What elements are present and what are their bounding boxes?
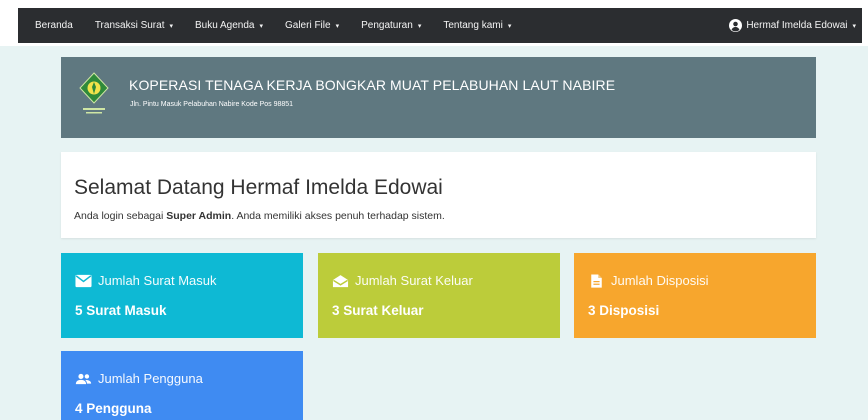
card-value: 4 Pengguna: [75, 401, 152, 416]
user-menu[interactable]: Hermaf Imelda Edowai ▾: [729, 8, 856, 43]
user-name: Hermaf Imelda Edowai: [746, 20, 848, 31]
navbar-bar: Beranda Transaksi Surat ▾ Buku Agenda ▾ …: [18, 8, 862, 43]
user-circle-icon: [729, 19, 743, 32]
user-role: Super Admin: [166, 210, 232, 222]
caret-down-icon: ▾: [335, 22, 340, 30]
nav-item-tentang-kami[interactable]: Tentang kami ▾: [443, 20, 511, 31]
organization-title: KOPERASI TENAGA KERJA BONGKAR MUAT PELAB…: [129, 77, 616, 93]
envelope-icon: [75, 274, 92, 287]
caret-down-icon: ▾: [507, 22, 512, 30]
organization-address: Jln. Pintu Masuk Pelabuhan Nabire Kode P…: [130, 101, 294, 108]
card-pengguna[interactable]: Jumlah Pengguna 4 Pengguna: [61, 351, 303, 420]
welcome-panel: Selamat Datang Hermaf Imelda Edowai Anda…: [61, 152, 816, 238]
nav-item-beranda[interactable]: Beranda: [35, 20, 73, 31]
card-value: 3 Disposisi: [588, 303, 660, 318]
welcome-title: Selamat Datang Hermaf Imelda Edowai: [74, 176, 443, 199]
card-title-label: Jumlah Pengguna: [98, 371, 203, 386]
card-value: 3 Surat Keluar: [332, 303, 424, 318]
card-title: Jumlah Surat Masuk: [75, 273, 217, 288]
top-navbar: Beranda Transaksi Surat ▾ Buku Agenda ▾ …: [0, 0, 868, 46]
nav-item-buku-agenda[interactable]: Buku Agenda ▾: [195, 20, 263, 31]
card-title-label: Jumlah Disposisi: [611, 273, 709, 288]
nav-item-label: Tentang kami: [443, 20, 503, 31]
welcome-text-after: . Anda memiliki akses penuh terhadap sis…: [231, 210, 445, 222]
welcome-message: Anda login sebagai Super Admin. Anda mem…: [74, 210, 445, 222]
nav-item-label: Beranda: [35, 20, 73, 31]
card-title: Jumlah Pengguna: [75, 371, 203, 386]
koperasi-logo: [77, 71, 111, 121]
document-icon: [591, 273, 602, 288]
card-title: Jumlah Surat Keluar: [332, 273, 473, 288]
card-title: Jumlah Disposisi: [588, 273, 709, 288]
card-disposisi[interactable]: Jumlah Disposisi 3 Disposisi: [574, 253, 816, 338]
card-surat-keluar[interactable]: Jumlah Surat Keluar 3 Surat Keluar: [318, 253, 560, 338]
nav-item-pengaturan[interactable]: Pengaturan ▾: [361, 20, 421, 31]
users-icon: [75, 373, 92, 384]
envelope-open-icon: [332, 274, 349, 287]
card-surat-masuk[interactable]: Jumlah Surat Masuk 5 Surat Masuk: [61, 253, 303, 338]
nav-item-label: Transaksi Surat: [94, 20, 165, 31]
welcome-text-before: Anda login sebagai: [74, 210, 167, 222]
caret-down-icon: ▾: [169, 22, 173, 30]
caret-down-icon: ▾: [259, 22, 263, 30]
nav-item-galeri-file[interactable]: Galeri File ▾: [285, 20, 339, 31]
organization-header: KOPERASI TENAGA KERJA BONGKAR MUAT PELAB…: [61, 57, 816, 138]
nav-item-label: Pengaturan: [361, 20, 413, 31]
nav-item-label: Galeri File: [285, 20, 331, 31]
caret-down-icon: ▾: [417, 22, 422, 30]
caret-down-icon: ▾: [852, 22, 856, 30]
card-title-label: Jumlah Surat Keluar: [355, 273, 473, 288]
card-value: 5 Surat Masuk: [75, 303, 167, 318]
card-title-label: Jumlah Surat Masuk: [98, 273, 217, 288]
nav-item-transaksi-surat[interactable]: Transaksi Surat ▾: [95, 20, 173, 31]
nav-item-label: Buku Agenda: [194, 20, 255, 31]
